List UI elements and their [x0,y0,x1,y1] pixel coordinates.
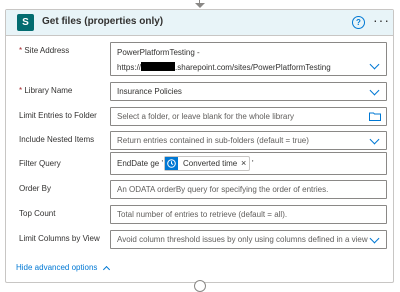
hide-advanced-options-link[interactable]: Hide advanced options [16,263,97,272]
chevron-down-icon[interactable] [369,233,380,244]
flow-connector-arrow-icon [195,3,205,8]
top-count-input[interactable]: Total number of entries to retrieve (def… [110,205,387,224]
remove-token-icon[interactable]: × [241,158,246,168]
site-address-label: * Site Address [19,46,70,55]
limit-columns-placeholder: Avoid column threshold issues by only us… [117,235,368,244]
limit-folder-input[interactable]: Select a folder, or leave blank for the … [110,107,387,126]
top-count-placeholder: Total number of entries to retrieve (def… [117,210,288,219]
filter-query-suffix: ' [252,159,254,168]
dynamic-content-token[interactable]: Converted time × [164,156,250,171]
nested-items-label: Include Nested Items [19,135,95,144]
nested-items-select[interactable]: Return entries contained in sub-folders … [110,131,387,150]
action-title: Get files (properties only) [42,16,164,27]
limit-columns-select[interactable]: Avoid column threshold issues by only us… [110,230,387,249]
limit-columns-label: Limit Columns by View [19,234,100,243]
filter-query-label: Filter Query [19,159,61,168]
site-address-line1: PowerPlatformTesting - [117,48,200,57]
library-name-value: Insurance Policies [117,87,182,96]
add-step-connector-icon[interactable] [194,280,206,292]
redaction-block [141,62,176,71]
chevron-down-icon[interactable] [369,134,380,145]
site-address-field[interactable]: PowerPlatformTesting - https://.sharepoi… [110,42,387,76]
token-label: Converted time [183,159,238,168]
action-card: S Get files (properties only) ? ··· * Si… [5,9,394,283]
order-by-label: Order By [19,184,52,193]
nested-items-placeholder: Return entries contained in sub-folders … [117,136,309,145]
library-name-label: * Library Name [19,86,73,95]
limit-folder-placeholder: Select a folder, or leave blank for the … [117,112,294,121]
filter-query-input[interactable]: EndDate ge ' Converted time × ' [110,152,387,175]
library-name-select[interactable]: Insurance Policies [110,82,387,101]
site-address-line2: https://.sharepoint.com/sites/PowerPlatf… [117,62,331,72]
filter-query-prefix: EndDate ge ' [117,159,164,168]
sharepoint-icon: S [17,14,34,31]
chevron-down-icon[interactable] [369,59,380,70]
clock-icon [165,157,178,170]
action-header[interactable]: S Get files (properties only) ? ··· [6,10,393,36]
limit-folder-label: Limit Entries to Folder [19,111,97,120]
more-options-icon[interactable]: ··· [373,12,390,28]
chevron-down-icon[interactable] [369,85,380,96]
top-count-label: Top Count [19,209,56,218]
order-by-input[interactable]: An ODATA orderBy query for specifying th… [110,180,387,199]
chevron-up-icon[interactable] [102,265,111,274]
order-by-placeholder: An ODATA orderBy query for specifying th… [117,185,329,194]
help-icon[interactable]: ? [352,16,365,29]
folder-icon[interactable] [369,112,381,121]
